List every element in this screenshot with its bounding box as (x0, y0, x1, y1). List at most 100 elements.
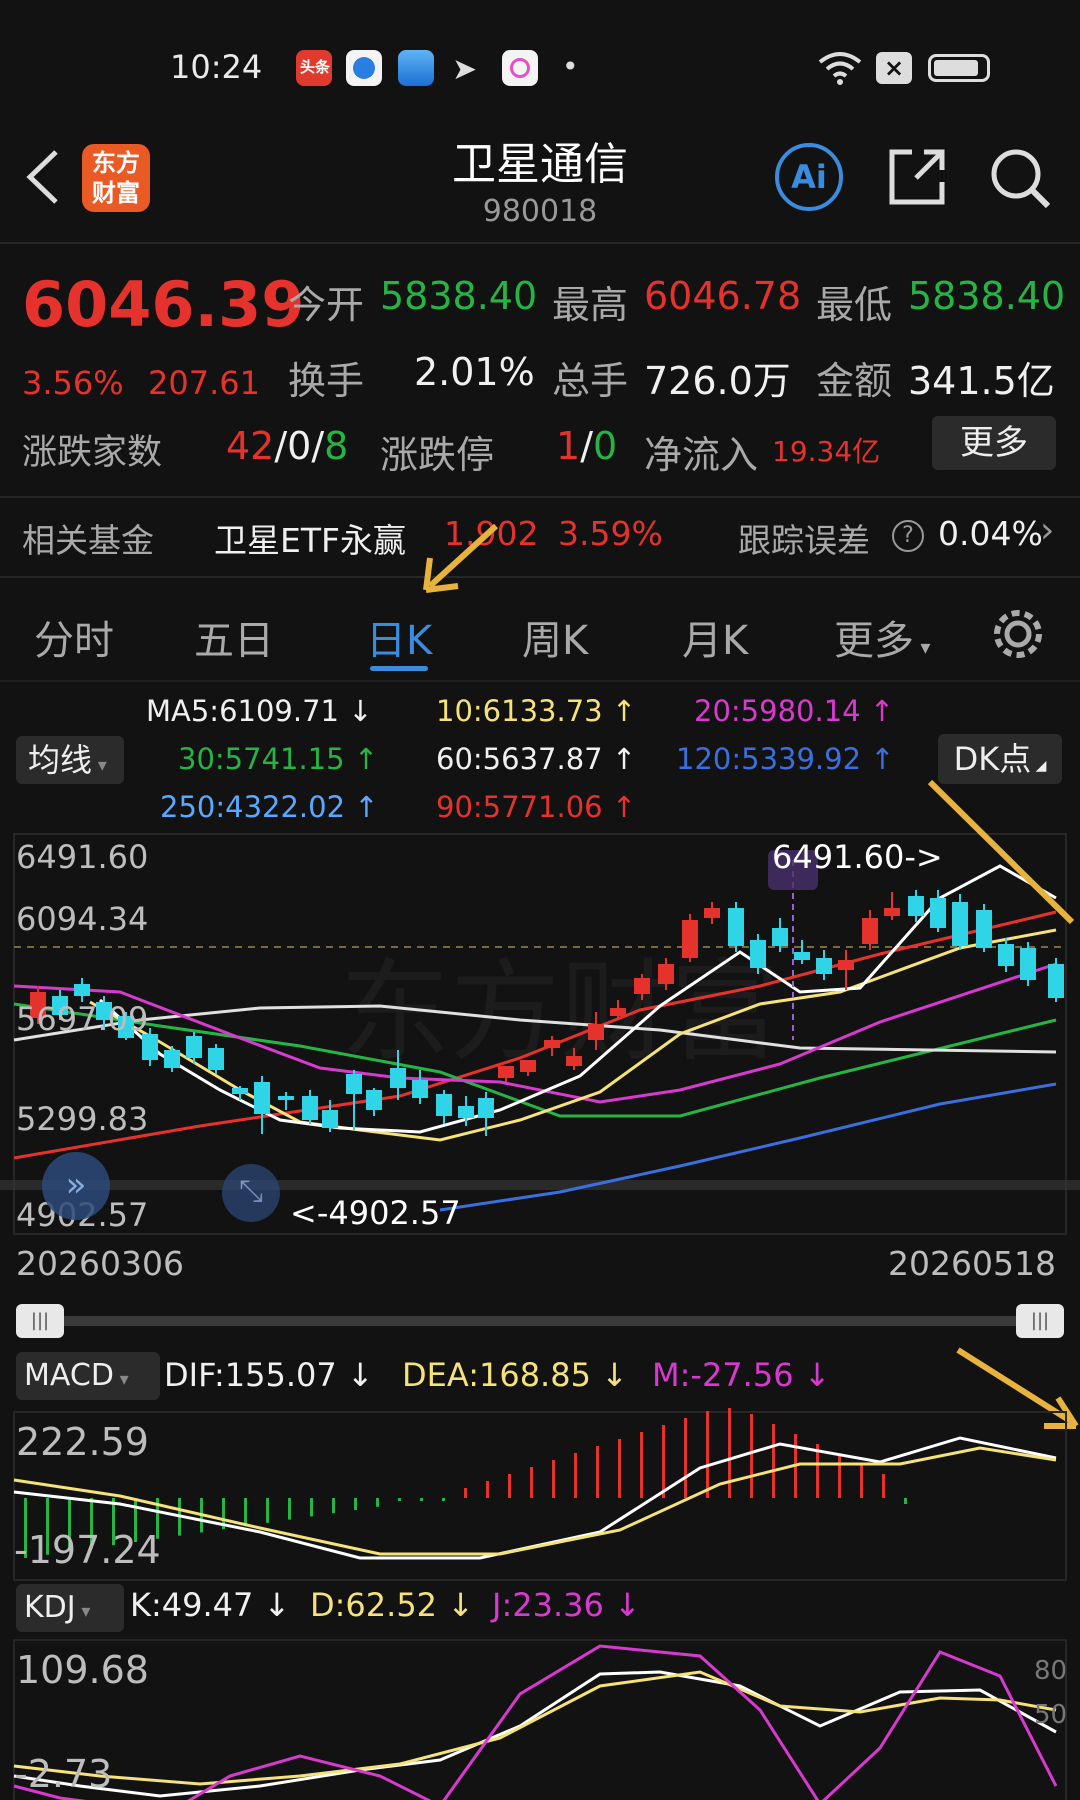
range-slider-left-handle[interactable]: ||| (16, 1304, 64, 1338)
macd-bar (838, 1454, 841, 1498)
ai-icon[interactable]: Ai (775, 143, 843, 211)
macd-bar (706, 1411, 709, 1498)
toutiao-icon: 头条 (296, 50, 332, 86)
candle (208, 1044, 224, 1074)
candle (346, 1070, 362, 1130)
ma120-line (439, 1082, 1057, 1212)
open-label: 今开 (288, 283, 365, 327)
tab-more[interactable]: 更多 ▾ (834, 608, 930, 666)
ma90-value: 90:5771.06 ↑ (436, 790, 637, 824)
resize-icon[interactable]: ⤡ (222, 1164, 280, 1222)
volume-value: 726.0万 (644, 359, 791, 403)
tab-daily-k[interactable]: 日K (366, 608, 432, 666)
high-label: 最高 (552, 283, 629, 327)
range-slider-track[interactable] (40, 1316, 1040, 1326)
macd-bar (640, 1432, 643, 1498)
kdj-d: D:62.52 ↓ (310, 1586, 475, 1624)
low-label: 最低 (816, 283, 893, 327)
fund-pct: 3.59% (558, 514, 663, 553)
macd-bar (530, 1467, 533, 1498)
ma10-value: 10:6133.73 ↑ (436, 694, 637, 728)
fund-name: 卫星ETF永赢 (214, 521, 406, 560)
macd-bar (288, 1498, 291, 1520)
macd-bar (574, 1453, 577, 1498)
macd-bar (310, 1498, 313, 1517)
high-marker: 6491.60-> (772, 838, 943, 876)
candle (302, 1090, 318, 1124)
tracking-error-label: 跟踪误差 (738, 521, 870, 560)
settings-icon[interactable] (990, 606, 1046, 662)
turnover-value: 2.01% (414, 350, 535, 394)
blue-app-icon (346, 50, 382, 86)
macd-dif: DIF:155.07 ↓ (164, 1356, 374, 1394)
volume-label: 总手 (552, 359, 629, 403)
search-icon[interactable] (988, 146, 1052, 210)
y-label-1: 6094.34 (16, 900, 149, 938)
limit-values: 1/0 (556, 424, 618, 468)
low-marker: <-4902.57 (290, 1194, 461, 1232)
candle (728, 902, 744, 952)
tracking-error-value: 0.04% (938, 514, 1043, 553)
macd-dif-line (13, 1436, 1057, 1560)
macd-bar (596, 1446, 599, 1498)
tab-monthly-k[interactable]: 月K (682, 608, 748, 666)
macd-bar (882, 1474, 885, 1498)
candle (164, 1046, 180, 1072)
macd-bar (420, 1498, 423, 1501)
expand-icon[interactable]: » (42, 1152, 110, 1220)
macd-bar (398, 1498, 401, 1501)
macd-bar (442, 1498, 445, 1501)
macd-bar (750, 1414, 753, 1498)
macd-bar (486, 1481, 489, 1498)
candle (1048, 958, 1064, 1002)
x-start-date: 20260306 (16, 1244, 184, 1283)
kdj-selector[interactable]: KDJ ▾ (16, 1584, 124, 1632)
tab-active-indicator (370, 666, 428, 671)
macd-m: M:-27.56 ↓ (652, 1356, 831, 1394)
colorful-app-icon (502, 50, 538, 86)
macd-chart[interactable] (0, 1408, 1080, 1584)
annotation-arrow (423, 523, 499, 593)
kdj-k-line (13, 1670, 1057, 1798)
y-label-0: 6491.60 (16, 838, 149, 876)
amount-value: 341.5亿 (908, 359, 1055, 403)
ma-selector[interactable]: 均线 ▾ (16, 736, 124, 784)
ma30-value: 30:5741.15 ↑ (178, 742, 379, 776)
candle (816, 950, 832, 980)
low-value: 5838.40 (908, 274, 1066, 318)
more-button[interactable]: 更多 (932, 416, 1056, 470)
macd-bar (508, 1474, 511, 1498)
breadth-values: 42/0/8 (226, 424, 349, 468)
share-icon[interactable] (886, 146, 948, 208)
candle (884, 892, 900, 920)
macd-selector[interactable]: MACD ▾ (16, 1352, 160, 1400)
tab-intraday[interactable]: 分时 (34, 608, 114, 666)
limit-label: 涨跌停 (380, 433, 495, 477)
annotation-arrow (927, 779, 1075, 925)
kdj-ref-80: 80 (1034, 1656, 1068, 1686)
range-slider-right-handle[interactable]: ||| (1016, 1304, 1064, 1338)
help-icon[interactable]: ? (892, 520, 924, 552)
candle (436, 1090, 452, 1124)
macd-bar (244, 1498, 247, 1526)
kline-chart[interactable]: 东方财富 (0, 820, 1080, 1240)
inflow-value: 19.34亿 (772, 435, 881, 468)
tab-five-day[interactable]: 五日 (194, 608, 274, 666)
amount-label: 金额 (816, 359, 893, 403)
candle (862, 910, 878, 950)
candle (1020, 942, 1036, 986)
kdj-ref-50: 50 (1034, 1700, 1068, 1730)
macd-dea: DEA:168.85 ↓ (402, 1356, 628, 1394)
kdj-d-line (13, 1670, 1057, 1786)
sim-off-icon: × (876, 52, 912, 84)
kdj-k: K:49.47 ↓ (130, 1586, 291, 1624)
kdj-chart[interactable] (0, 1636, 1080, 1800)
macd-bar (772, 1424, 775, 1498)
tab-weekly-k[interactable]: 周K (522, 608, 588, 666)
kdj-y-top: 109.68 (16, 1648, 149, 1692)
breadth-label: 涨跌家数 (22, 433, 163, 473)
chevron-right-icon: › (1040, 510, 1055, 551)
notification-dot: • (562, 50, 579, 83)
macd-bar (860, 1464, 863, 1498)
candle (74, 978, 90, 1002)
